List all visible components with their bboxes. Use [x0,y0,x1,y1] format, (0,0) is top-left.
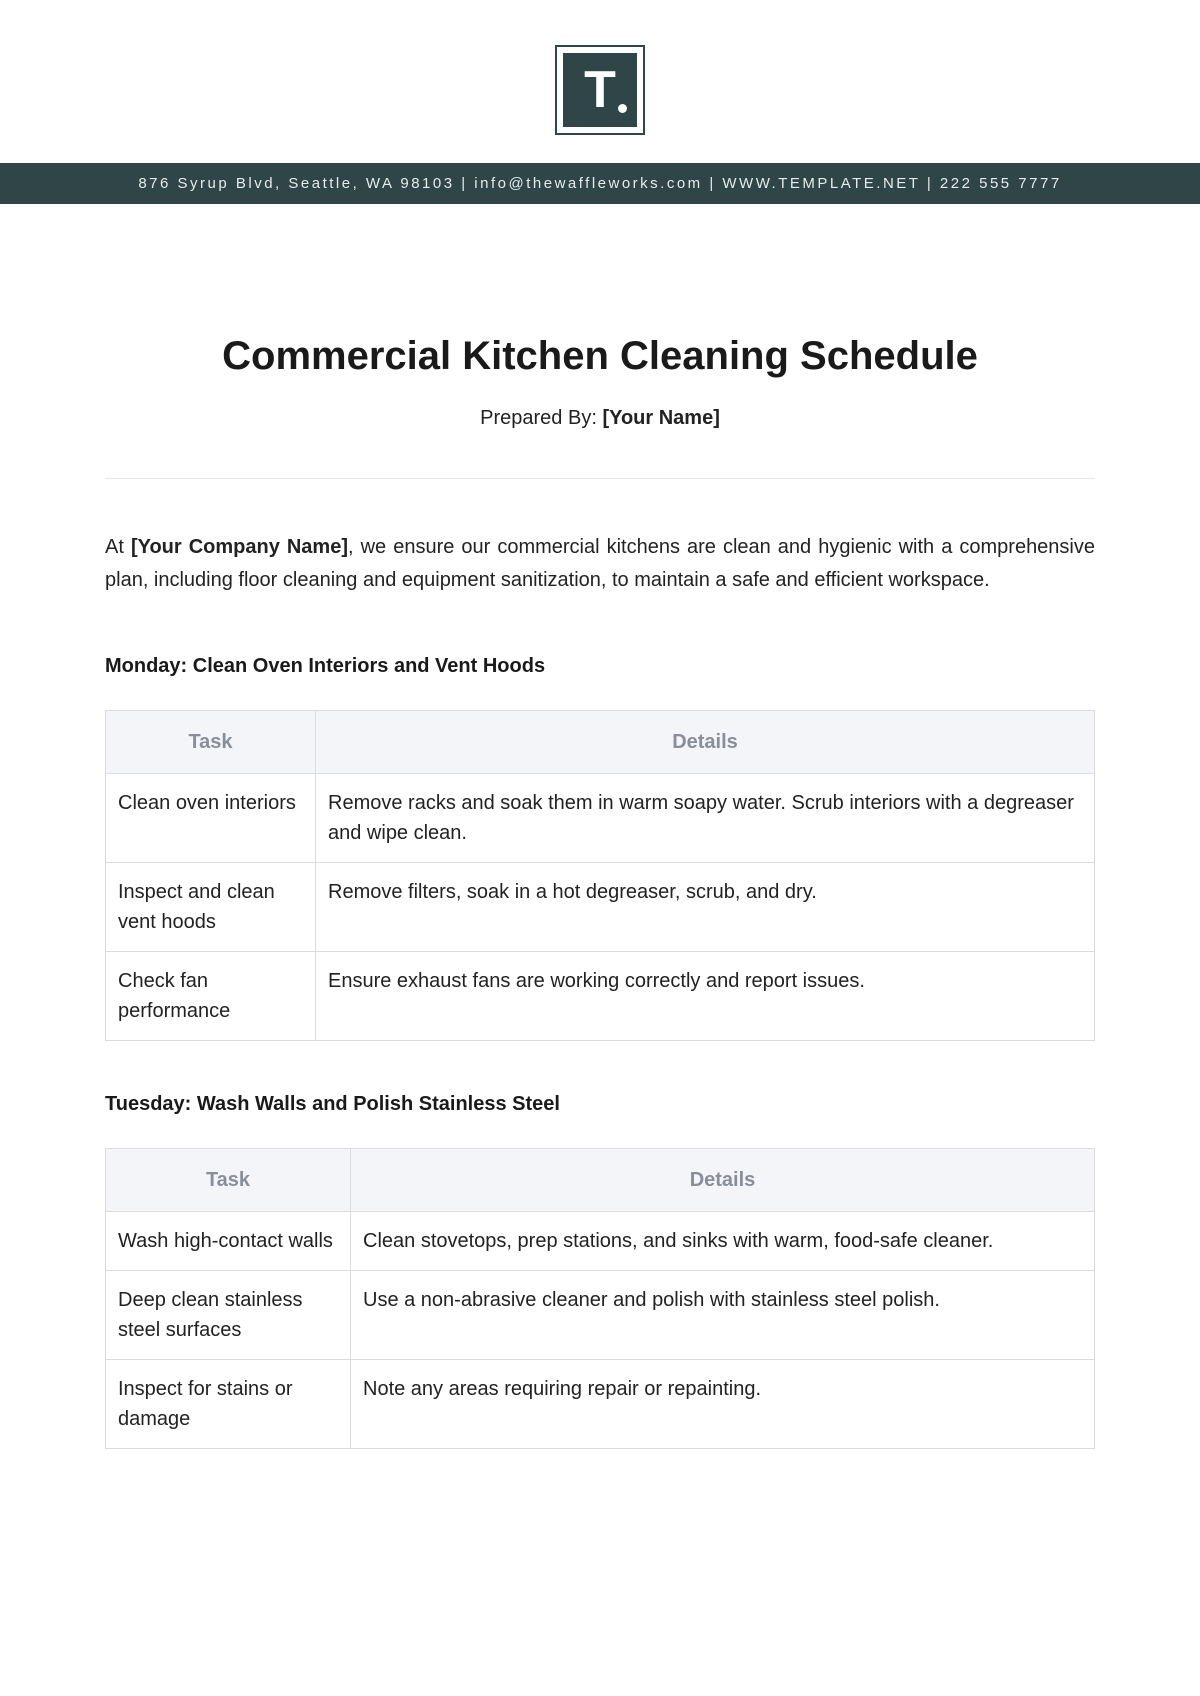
logo-dot-icon [618,104,627,113]
intro-company: [Your Company Name] [131,536,348,558]
table-row: Deep clean stainless steel surfaces Use … [106,1271,1095,1360]
table-row: Inspect for stains or damage Note any ar… [106,1360,1095,1449]
cell-details: Ensure exhaust fans are working correctl… [316,952,1095,1041]
logo-area: T [0,0,1200,163]
table-row: Check fan performance Ensure exhaust fan… [106,952,1095,1041]
divider [105,478,1095,479]
cell-details: Clean stovetops, prep stations, and sink… [351,1212,1095,1271]
intro-paragraph: At [Your Company Name], we ensure our co… [105,531,1095,597]
table-header-row: Task Details [106,711,1095,774]
table-row: Wash high-contact walls Clean stovetops,… [106,1212,1095,1271]
cell-task: Deep clean stainless steel surfaces [106,1271,351,1360]
table-monday: Task Details Clean oven interiors Remove… [105,710,1095,1041]
table-tuesday: Task Details Wash high-contact walls Cle… [105,1148,1095,1449]
page-title: Commercial Kitchen Cleaning Schedule [105,334,1095,379]
cell-details: Use a non-abrasive cleaner and polish wi… [351,1271,1095,1360]
col-task: Task [106,711,316,774]
cell-details: Note any areas requiring repair or repai… [351,1360,1095,1449]
cell-details: Remove racks and soak them in warm soapy… [316,774,1095,863]
table-header-row: Task Details [106,1149,1095,1212]
cell-task: Inspect for stains or damage [106,1360,351,1449]
table-row: Inspect and clean vent hoods Remove filt… [106,863,1095,952]
intro-prefix: At [105,536,131,558]
prepared-by-label: Prepared By: [480,407,602,429]
prepared-by-value: [Your Name] [602,407,719,429]
logo-inner: T [563,53,637,127]
document-content: Commercial Kitchen Cleaning Schedule Pre… [0,204,1200,1449]
logo: T [555,45,645,135]
cell-task: Check fan performance [106,952,316,1041]
col-details: Details [316,711,1095,774]
section-heading-tuesday: Tuesday: Wash Walls and Polish Stainless… [105,1093,1095,1116]
col-details: Details [351,1149,1095,1212]
section-heading-monday: Monday: Clean Oven Interiors and Vent Ho… [105,655,1095,678]
prepared-by: Prepared By: [Your Name] [105,407,1095,430]
col-task: Task [106,1149,351,1212]
cell-task: Inspect and clean vent hoods [106,863,316,952]
logo-letter: T [584,60,616,120]
table-row: Clean oven interiors Remove racks and so… [106,774,1095,863]
cell-task: Wash high-contact walls [106,1212,351,1271]
cell-task: Clean oven interiors [106,774,316,863]
cell-details: Remove filters, soak in a hot degreaser,… [316,863,1095,952]
info-bar: 876 Syrup Blvd, Seattle, WA 98103 | info… [0,163,1200,204]
